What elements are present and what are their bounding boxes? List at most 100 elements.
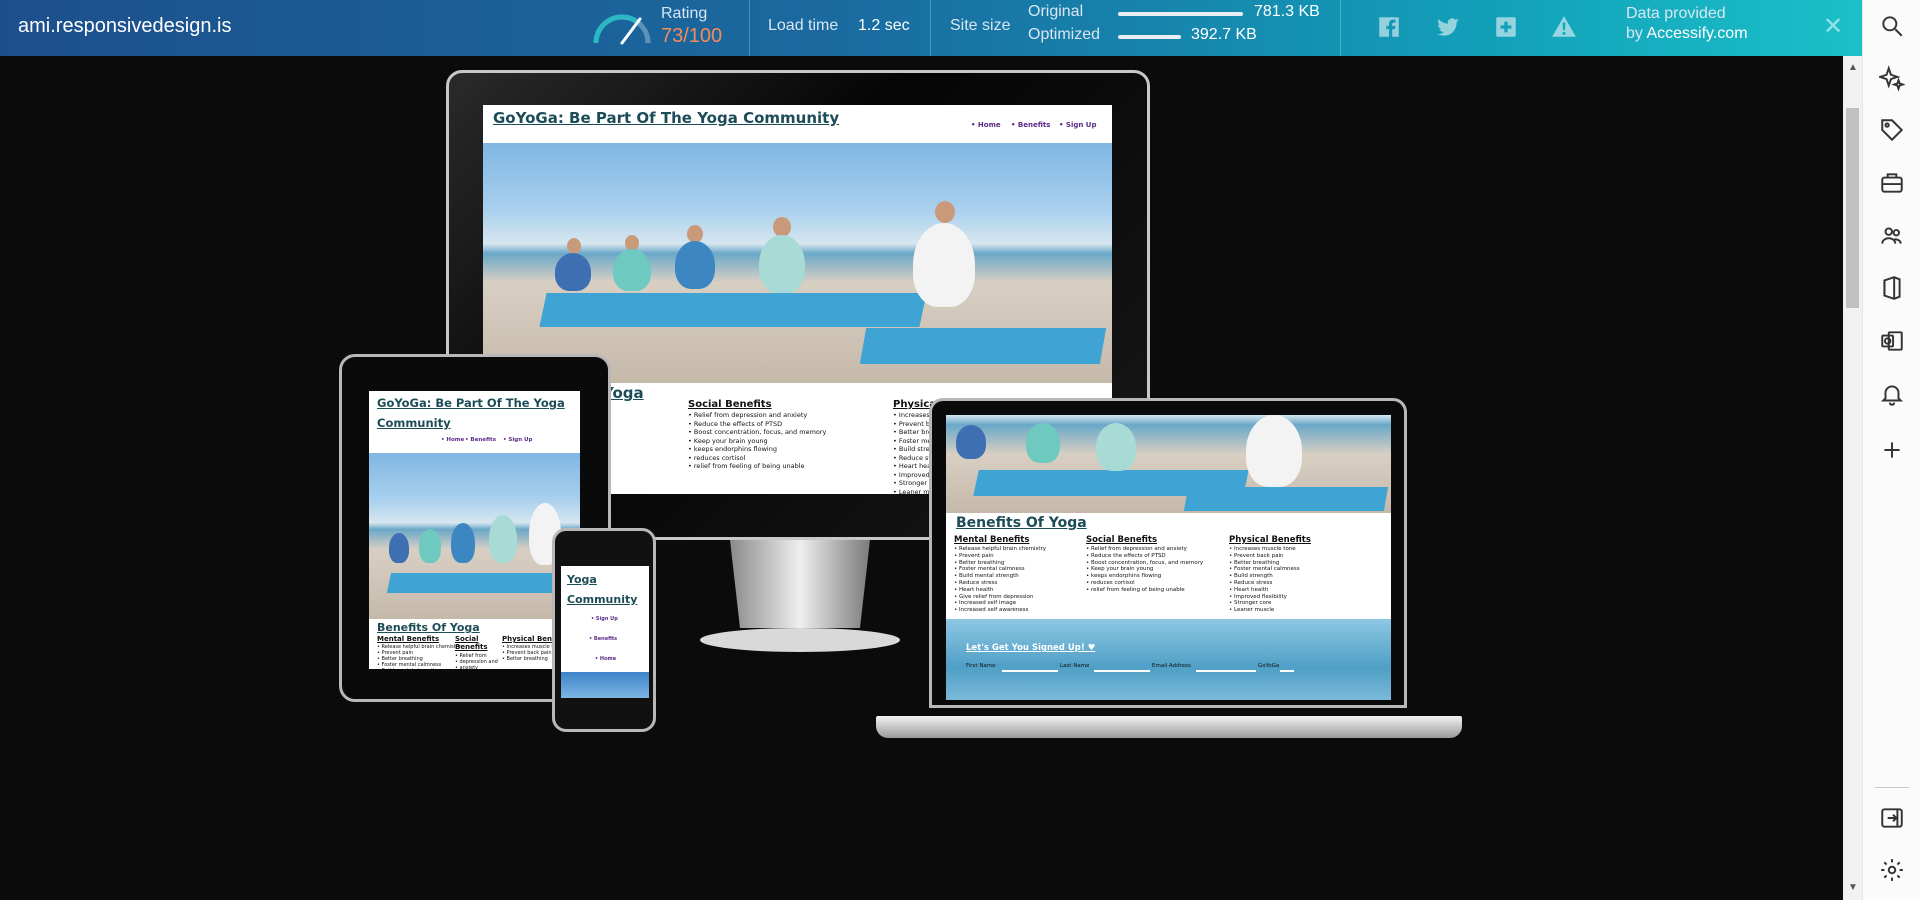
- site-title: GoYoGa: Be Part Of The Yoga Community: [377, 393, 565, 433]
- list-item: Leaner muscle: [1229, 607, 1300, 614]
- title-line: Community: [567, 593, 638, 606]
- nav-home[interactable]: • Home: [595, 656, 616, 662]
- list-item: Keep your brain young: [1086, 566, 1203, 573]
- nav-sign-up[interactable]: • Sign Up: [1059, 121, 1096, 129]
- yoga-hero-image: [946, 415, 1391, 513]
- list-item: Stronger core: [1229, 600, 1300, 607]
- list-item: Build mental strength: [377, 668, 461, 669]
- list-item: reduces cortisol: [688, 454, 826, 463]
- phone-screen[interactable]: Yoga Community • Sign Up • Benefits • Ho…: [561, 566, 649, 698]
- social-benefits-list: Relief from depression and anxietyReduce…: [688, 411, 827, 471]
- divider: [1340, 0, 1341, 56]
- last-name-label: Last Name: [1060, 663, 1090, 669]
- rating-value: 73/100: [661, 25, 723, 47]
- list-item: Relief from depression and anxiety: [688, 411, 826, 420]
- bell-icon[interactable]: [1879, 381, 1905, 407]
- list-item: relief from feeling of being unable: [1086, 587, 1203, 594]
- rating-label: Rating: [661, 5, 708, 22]
- list-item: Reduce stress: [954, 580, 1046, 587]
- goyoga-label: GoYoGa: [1258, 663, 1280, 669]
- optimized-size-value: 392.7 KB: [1191, 26, 1257, 43]
- data-provided-credit: Data provided by Accessify.com: [1626, 4, 1748, 44]
- nav-benefits[interactable]: • Benefits: [1011, 121, 1050, 129]
- facebook-icon[interactable]: [1375, 13, 1403, 41]
- last-name-field[interactable]: [1094, 670, 1150, 672]
- page-scrollbar[interactable]: ▲ ▼: [1843, 56, 1862, 900]
- warning-icon[interactable]: [1550, 13, 1578, 41]
- nav-benefits[interactable]: • Benefits: [589, 636, 617, 642]
- nav-sign-up[interactable]: • Sign Up: [591, 616, 618, 622]
- site-title: Yoga Community: [567, 570, 637, 610]
- laptop-device: Benefits Of Yoga Mental Benefits Release…: [929, 398, 1407, 708]
- nav-home[interactable]: • Home: [441, 437, 464, 443]
- site-title: GoYoGa: Be Part Of The Yoga Community: [493, 109, 840, 127]
- site-size-label: Site size: [950, 17, 1011, 34]
- people-icon[interactable]: [1879, 223, 1905, 249]
- list-item: relief from feeling of being unable: [688, 462, 826, 471]
- benefits-heading: Benefits Of Yoga: [956, 515, 1087, 531]
- close-icon[interactable]: ✕: [1823, 12, 1843, 41]
- provided-line: Data provided: [1626, 5, 1726, 22]
- list-item: Heart health: [1229, 587, 1300, 594]
- nav-benefits[interactable]: • Benefits: [465, 437, 496, 443]
- scroll-down-arrow-icon[interactable]: ▼: [1848, 882, 1858, 893]
- list-item: Reduce stress: [1229, 580, 1300, 587]
- rating-gauge-icon: [590, 7, 654, 52]
- list-item: reduces cortisol: [1086, 580, 1203, 587]
- list-item: Keep your brain young: [688, 437, 826, 446]
- list-item: Foster mental calmness: [1229, 566, 1300, 573]
- list-item: Release helpful brain chemistry: [954, 546, 1046, 553]
- plus-square-icon[interactable]: [1492, 13, 1520, 41]
- social-benefits-heading: Social Benefits: [455, 635, 488, 651]
- signup-title: Let's Get You Signed Up! ♥: [966, 643, 1096, 653]
- physical-benefits-list: Increases muscle tonePrevent back painBe…: [1229, 546, 1300, 614]
- optimized-label: Optimized: [1028, 26, 1101, 43]
- settings-icon[interactable]: [1879, 857, 1905, 883]
- site-url[interactable]: ami.responsivedesign.is: [18, 15, 231, 38]
- twitter-icon[interactable]: [1434, 13, 1462, 41]
- plus-icon[interactable]: [1879, 437, 1905, 463]
- mental-benefits-list: Release helpful brain chemistryPrevent p…: [377, 644, 461, 669]
- heading-line: Social: [455, 635, 479, 643]
- device-preview-stage: GoYoGa: Be Part Of The Yoga Community • …: [0, 56, 1843, 900]
- scroll-thumb[interactable]: [1846, 108, 1859, 308]
- office-icon[interactable]: [1879, 275, 1905, 301]
- yoga-hero-image: [561, 672, 649, 698]
- list-item: Reduce the effects of PTSD: [1086, 553, 1203, 560]
- email-field[interactable]: [1196, 670, 1256, 672]
- nav-sign-up[interactable]: • Sign Up: [503, 437, 532, 443]
- heading-line: Benefits: [455, 643, 488, 651]
- list-item: Increases muscle tone: [1229, 546, 1300, 553]
- list-item: Build mental strength: [954, 573, 1046, 580]
- yoga-hero-image: [483, 143, 1112, 383]
- provider-link[interactable]: Accessify.com: [1646, 25, 1747, 42]
- nav-home[interactable]: • Home: [971, 121, 1001, 129]
- social-benefits-heading: Social Benefits: [1086, 535, 1158, 545]
- mental-benefits-heading: Mental Benefits: [377, 635, 440, 643]
- exit-panel-icon[interactable]: [1879, 805, 1905, 831]
- load-time-label: Load time: [768, 17, 839, 34]
- laptop-screen[interactable]: Benefits Of Yoga Mental Benefits Release…: [946, 415, 1391, 700]
- sidebar-divider: [1875, 787, 1909, 788]
- responsive-design-toolbar: ami.responsivedesign.is Rating 73/100 Lo…: [0, 0, 1862, 56]
- tag-icon[interactable]: [1879, 117, 1905, 143]
- first-name-field[interactable]: [1002, 670, 1058, 672]
- yoga-hero-image: [369, 453, 580, 619]
- list-item: anxiety: [455, 665, 498, 669]
- search-icon[interactable]: [1879, 13, 1905, 39]
- social-benefits-heading: Social Benefits: [688, 399, 772, 410]
- tablet-screen[interactable]: GoYoGa: Be Part Of The Yoga Community • …: [369, 391, 580, 669]
- goyoga-field[interactable]: [1280, 670, 1294, 672]
- divider: [749, 0, 750, 56]
- list-item: Prevent pain: [954, 553, 1046, 560]
- list-item: Boost concentration, focus, and memory: [688, 428, 827, 437]
- outlook-icon[interactable]: [1879, 328, 1905, 354]
- scroll-up-arrow-icon[interactable]: ▲: [1848, 62, 1858, 73]
- list-item: Heart health: [954, 587, 1046, 594]
- toolbox-icon[interactable]: [1879, 170, 1905, 196]
- social-benefits-list: Relief from depression and anxietyReduce…: [1086, 546, 1203, 594]
- benefits-heading: Benefits Of Yoga: [377, 621, 480, 634]
- title-line: Yoga: [567, 573, 597, 586]
- sparkle-icon[interactable]: [1877, 65, 1906, 92]
- list-item: keeps endorphins flowing: [1086, 573, 1203, 580]
